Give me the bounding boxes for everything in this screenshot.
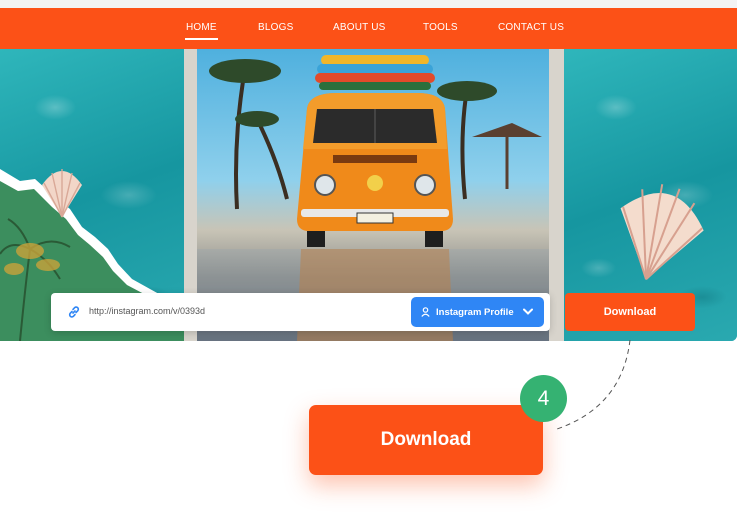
content-type-select[interactable]: Instagram Profile (411, 297, 544, 327)
content-type-label: Instagram Profile (436, 307, 514, 318)
download-button[interactable]: Download (309, 405, 543, 475)
nav-tools[interactable]: TOOLS (423, 22, 458, 33)
nav-contact-us[interactable]: CONTACT US (498, 22, 564, 33)
top-strip (0, 0, 737, 8)
step-number-badge: 4 (520, 375, 567, 422)
hero-download-button[interactable]: Download (565, 293, 695, 331)
nav-blogs[interactable]: BLOGS (258, 22, 293, 33)
main-navbar: HOME BLOGS ABOUT US TOOLS CONTACT US (0, 8, 737, 49)
nav-home[interactable]: HOME (185, 22, 218, 40)
url-input-value[interactable]: http://instagram.com/v/0393d (89, 306, 205, 316)
chevron-down-icon (523, 308, 533, 315)
seashell-left (42, 169, 82, 218)
link-icon (68, 306, 80, 318)
nav-about-us[interactable]: ABOUT US (333, 22, 386, 33)
user-icon (421, 307, 430, 317)
